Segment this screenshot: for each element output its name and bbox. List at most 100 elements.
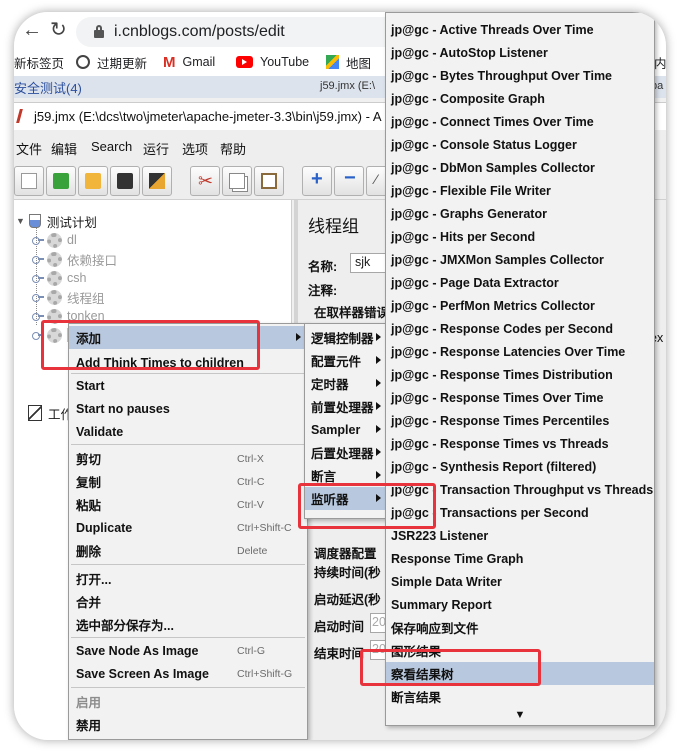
tree-node-root[interactable]: ▼ 测试计划 xyxy=(16,212,97,230)
workbench-icon xyxy=(28,405,42,421)
scroll-down-icon[interactable]: ▼ xyxy=(386,706,654,724)
listener-bytes-throughput[interactable]: jp@gc - Bytes Throughput Over Time xyxy=(386,64,654,87)
menu-edit[interactable]: 编辑 xyxy=(51,139,77,158)
bookmark-youtube[interactable]: YouTube xyxy=(236,52,309,72)
listener-synthesis-report[interactable]: jp@gc - Synthesis Report (filtered) xyxy=(386,455,654,478)
listener-perfmon[interactable]: jp@gc - PerfMon Metrics Collector xyxy=(386,294,654,317)
menu-item-delete[interactable]: 删除 Delete xyxy=(69,539,307,562)
menu-item-duplicate[interactable]: Duplicate Ctrl+Shift-C xyxy=(69,516,307,539)
listener-graphs-generator[interactable]: jp@gc - Graphs Generator xyxy=(386,202,654,225)
collapse-button[interactable]: − xyxy=(334,166,364,196)
listener-response-latencies[interactable]: jp@gc - Response Latencies Over Time xyxy=(386,340,654,363)
save-as-button[interactable] xyxy=(142,166,172,196)
menu-item-shortcut: Ctrl-C xyxy=(237,475,265,488)
listener-dbmon[interactable]: jp@gc - DbMon Samples Collector xyxy=(386,156,654,179)
back-icon[interactable]: ← xyxy=(22,20,42,40)
tree-node-csh[interactable]: csh xyxy=(32,269,86,287)
menu-item-merge[interactable]: 合并 xyxy=(69,590,307,613)
screenshot-frame: ← ↻ i.cnblogs.com/posts/edit 新标签页 过期更新 M… xyxy=(14,12,666,740)
menu-separator xyxy=(71,564,305,565)
menu-run[interactable]: 运行 xyxy=(143,139,169,158)
menu-file[interactable]: 文件 xyxy=(16,139,42,158)
new-button[interactable] xyxy=(14,166,44,196)
url-text: i.cnblogs.com/posts/edit xyxy=(114,23,285,40)
submenu-item-timer[interactable]: 定时器 xyxy=(305,372,387,395)
menu-options[interactable]: 选项 xyxy=(182,139,208,158)
templates-button[interactable] xyxy=(46,166,76,196)
menu-item-validate[interactable]: Validate xyxy=(69,420,307,443)
listener-response-times-percentiles[interactable]: jp@gc - Response Times Percentiles xyxy=(386,409,654,432)
listener-autostop[interactable]: jp@gc - AutoStop Listener xyxy=(386,41,654,64)
menu-item-label: 保存响应到文件 xyxy=(391,622,479,636)
start-time-input[interactable]: 20 xyxy=(370,613,386,633)
submenu-item-config-element[interactable]: 配置元件 xyxy=(305,349,387,372)
menu-item-label: jp@gc - DbMon Samples Collector xyxy=(391,160,595,175)
cut-button[interactable]: ✂ xyxy=(190,166,220,196)
menu-item-start-no-pauses[interactable]: Start no pauses xyxy=(69,397,307,420)
submenu-item-post-processor[interactable]: 后置处理器 xyxy=(305,441,387,464)
open-button[interactable] xyxy=(78,166,108,196)
menu-item-start[interactable]: Start xyxy=(69,374,307,397)
listener-summary-report[interactable]: Summary Report xyxy=(386,593,654,616)
menu-item-label: 逻辑控制器 xyxy=(311,332,374,346)
bookmark-maps[interactable]: 地图 xyxy=(326,52,371,72)
submenu-arrow-icon xyxy=(376,379,381,387)
menu-search[interactable]: Search xyxy=(91,139,132,154)
bookmark-new-tab[interactable]: 新标签页 xyxy=(14,52,64,72)
menu-item-open[interactable]: 打开... xyxy=(69,567,307,590)
menu-item-label: jp@gc - Response Codes per Second xyxy=(391,321,613,336)
menu-item-copy[interactable]: 复制 Ctrl-C xyxy=(69,470,307,493)
tree-node-thread-group[interactable]: 线程组 xyxy=(32,288,105,306)
listener-response-time-graph[interactable]: Response Time Graph xyxy=(386,547,654,570)
submenu-arrow-icon xyxy=(296,333,301,341)
submenu-item-pre-processor[interactable]: 前置处理器 xyxy=(305,395,387,418)
tree-node-dl[interactable]: dl xyxy=(32,231,77,249)
tree-node-workbench[interactable]: 工作 xyxy=(28,404,73,422)
listener-flexible-file-writer[interactable]: jp@gc - Flexible File Writer xyxy=(386,179,654,202)
menu-item-paste[interactable]: 粘贴 Ctrl-V xyxy=(69,493,307,516)
submenu-arrow-icon xyxy=(376,333,381,341)
listener-console-status[interactable]: jp@gc - Console Status Logger xyxy=(386,133,654,156)
reload-icon[interactable]: ↻ xyxy=(50,20,67,40)
page-link-security-test[interactable]: 安全测试(4) xyxy=(14,78,82,97)
menu-item-cut[interactable]: 剪切 Ctrl-X xyxy=(69,447,307,470)
listener-simple-data-writer[interactable]: Simple Data Writer xyxy=(386,570,654,593)
comment-label: 注释: xyxy=(308,284,338,298)
gear-icon xyxy=(47,289,62,305)
submenu-arrow-icon xyxy=(376,425,381,433)
menu-help[interactable]: 帮助 xyxy=(220,139,246,158)
menu-item-label: jp@gc - AutoStop Listener xyxy=(391,45,548,60)
listener-active-threads[interactable]: jp@gc - Active Threads Over Time xyxy=(386,18,654,41)
listener-response-codes[interactable]: jp@gc - Response Codes per Second xyxy=(386,317,654,340)
bookmark-gmail[interactable]: M Gmail xyxy=(163,52,215,72)
listener-connect-times[interactable]: jp@gc - Connect Times Over Time xyxy=(386,110,654,133)
context-menu: 添加 Add Think Times to children Start Sta… xyxy=(68,323,308,740)
listener-response-times-vs-threads[interactable]: jp@gc - Response Times vs Threads xyxy=(386,432,654,455)
tree-node-dependency-api[interactable]: 依赖接口 xyxy=(32,250,117,268)
bookmark-expired-update[interactable]: 过期更新 xyxy=(76,52,147,72)
menu-item-label: Simple Data Writer xyxy=(391,574,502,589)
menu-item-label: jp@gc - Response Latencies Over Time xyxy=(391,344,626,359)
save-button[interactable] xyxy=(110,166,140,196)
listener-composite-graph[interactable]: jp@gc - Composite Graph xyxy=(386,87,654,110)
copy-button[interactable] xyxy=(222,166,252,196)
expand-button[interactable]: + xyxy=(302,166,332,196)
bookmark-overflow[interactable]: 内 xyxy=(654,52,666,72)
listener-jmxmon[interactable]: jp@gc - JMXMon Samples Collector xyxy=(386,248,654,271)
menu-item-disable[interactable]: 禁用 xyxy=(69,713,307,736)
menu-item-label: jp@gc - Flexible File Writer xyxy=(391,183,551,198)
listener-response-times-distribution[interactable]: jp@gc - Response Times Distribution xyxy=(386,363,654,386)
menu-item-shortcut: Ctrl-X xyxy=(237,452,264,465)
menu-item-save-node-image[interactable]: Save Node As Image Ctrl-G xyxy=(69,639,307,662)
listener-page-data-extractor[interactable]: jp@gc - Page Data Extractor xyxy=(386,271,654,294)
listener-hits-per-second[interactable]: jp@gc - Hits per Second xyxy=(386,225,654,248)
menu-item-save-screen-image[interactable]: Save Screen As Image Ctrl+Shift-G xyxy=(69,662,307,685)
submenu-item-sampler[interactable]: Sampler xyxy=(305,418,387,441)
listener-assertion-results[interactable]: 断言结果 xyxy=(386,685,654,708)
menu-item-save-selection[interactable]: 选中部分保存为... xyxy=(69,613,307,636)
listener-save-responses[interactable]: 保存响应到文件 xyxy=(386,616,654,639)
submenu-item-logic-controller[interactable]: 逻辑控制器 xyxy=(305,326,387,349)
paste-button[interactable] xyxy=(254,166,284,196)
listener-response-times-over-time[interactable]: jp@gc - Response Times Over Time xyxy=(386,386,654,409)
name-input[interactable]: sjk xyxy=(350,253,390,273)
